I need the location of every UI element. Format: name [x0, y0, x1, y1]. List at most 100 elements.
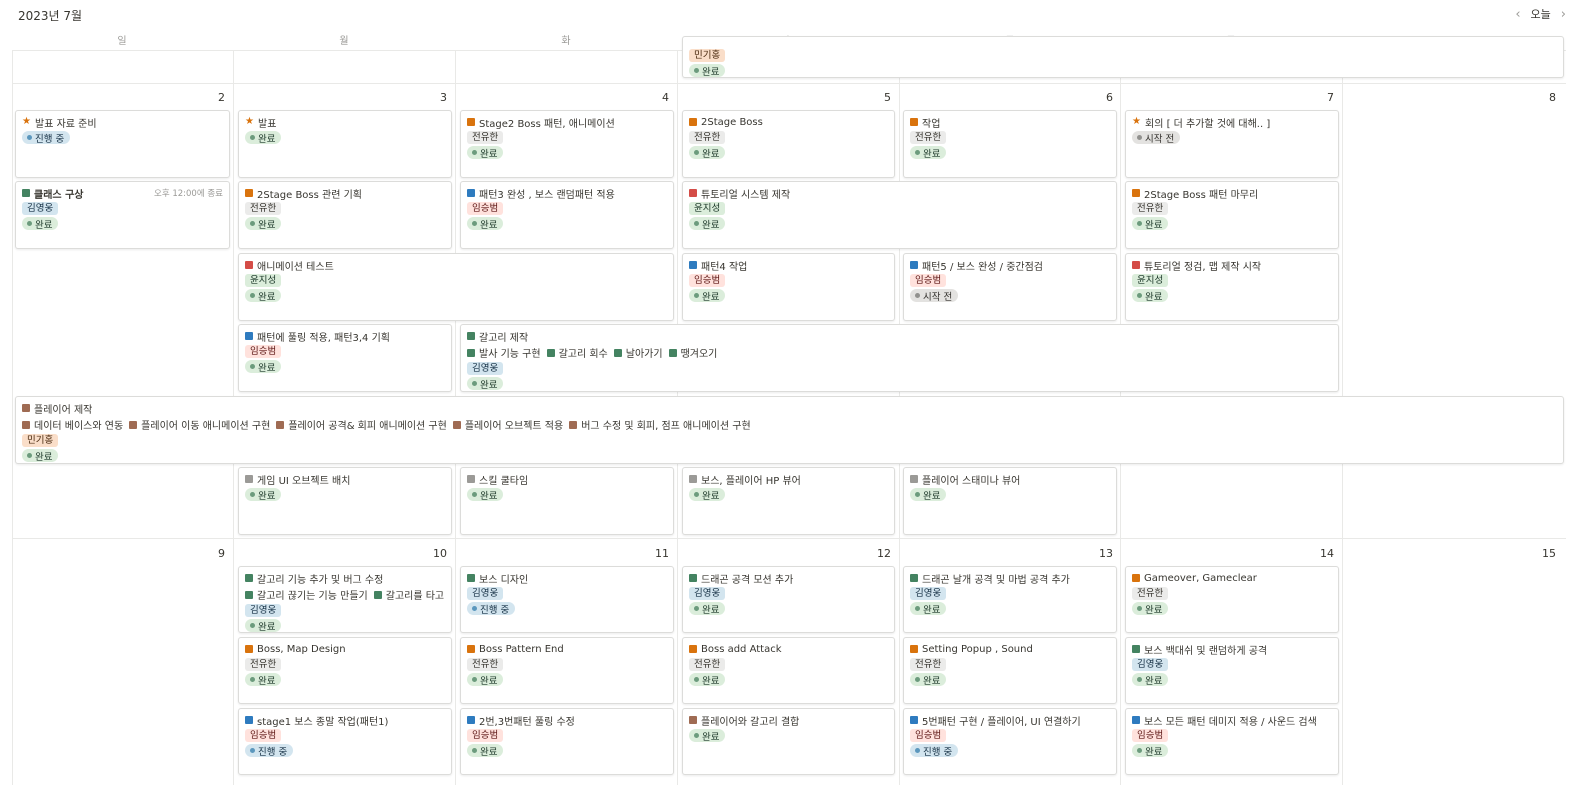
event-card[interactable]: ★ 발표 자료 준비 진행 중 [15, 110, 230, 178]
page-icon [910, 261, 918, 269]
event-title: Boss Pattern End [479, 643, 564, 655]
subtask-item[interactable]: 갈고리 회수 [546, 345, 608, 360]
page-icon [1132, 716, 1140, 724]
event-title: 패턴3 완성 , 보스 랜덤패턴 적용 [479, 189, 615, 201]
status-label: 완료 [702, 490, 720, 502]
event-title: 2Stage Boss 패턴 마무리 [1144, 189, 1259, 201]
chevron-right-icon[interactable]: › [1561, 7, 1566, 22]
event-card[interactable]: 갈고리 기능 추가 및 버그 수정 갈고리 끊기는 기능 만들기 갈고리를 타고… [238, 566, 452, 633]
page-icon [689, 118, 697, 126]
status-badge: 완료 [910, 146, 947, 160]
subtask-item[interactable]: 플레이어 이동 애니메이션 구현 [129, 417, 270, 432]
status-label: 완료 [258, 219, 276, 231]
subtask-item[interactable]: 데이터 베이스와 연동 [22, 417, 123, 432]
status-dot-icon [472, 381, 477, 386]
status-label: 시작 전 [923, 291, 953, 303]
status-label: 시작 전 [1145, 133, 1175, 145]
event-card[interactable]: 튜토리얼 정검, 맵 제작 시작 윤지성 완료 [1125, 253, 1339, 321]
subtask-item[interactable]: 날아가기 [613, 345, 663, 360]
event-title: 보스, 플레이어 HP 뷰어 [701, 475, 801, 487]
status-badge: 진행 중 [22, 131, 71, 145]
person-tag: 임승범 [467, 729, 504, 742]
subtask-item[interactable]: 발사 기능 구현 [467, 345, 541, 360]
status-badge: 완료 [1132, 673, 1169, 687]
page-icon [22, 420, 30, 429]
person-tag: 임승범 [910, 729, 947, 742]
subtask-list: 데이터 베이스와 연동 플레이어 이동 애니메이션 구현 플레이어 공격& 회피… [22, 417, 1557, 432]
event-title: 2Stage Boss 관련 기획 [257, 189, 362, 201]
event-card[interactable]: 패턴4 작업 임승범 완료 [682, 253, 895, 321]
event-card[interactable]: 플레이어 제작 데이터 베이스와 연동 플레이어 이동 애니메이션 구현 플레이… [15, 396, 1564, 464]
event-card[interactable]: 보스 디자인 김영웅 진행 중 [460, 566, 674, 633]
event-card[interactable]: 드래곤 공격 모션 추가 김영웅 완료 [682, 566, 895, 633]
event-card[interactable]: 갈고리 제작 발사 기능 구현 갈고리 회수 날아가기 땡겨오기 김영웅 완료 [460, 324, 1339, 392]
event-card[interactable]: 애니메이션 테스트 윤지성 완료 [238, 253, 674, 321]
status-label: 완료 [923, 604, 941, 616]
chevron-left-icon[interactable]: ‹ [1515, 7, 1520, 22]
event-card[interactable]: Boss add Attack 전유한 완료 [682, 637, 895, 704]
subtask-item[interactable]: 갈고리를 타고 [373, 587, 444, 602]
person-tag: 전유한 [245, 658, 282, 671]
subtask-item[interactable]: 플레이어 공격& 회피 애니메이션 구현 [276, 417, 447, 432]
day-number: 7 [1327, 91, 1334, 104]
event-card[interactable]: 2Stage Boss 전유한 완료 [682, 110, 895, 178]
event-card[interactable]: 패턴3 완성 , 보스 랜덤패턴 적용 임승범 완료 [460, 181, 674, 249]
event-title: Boss, Map Design [257, 643, 346, 655]
status-label: 완료 [480, 746, 498, 758]
subtask-label: 플레이어 공격& 회피 애니메이션 구현 [288, 421, 447, 432]
weekday-mon: 월 [339, 36, 349, 47]
event-card[interactable]: 플레이어 스태미나 뷰어 완료 [903, 467, 1117, 535]
event-card[interactable]: 2Stage Boss 관련 기획 전유한 완료 [238, 181, 452, 249]
event-card[interactable]: Stage2 Boss 패턴, 애니메이션 전유한 완료 [460, 110, 674, 178]
person-tag: 김영웅 [910, 587, 947, 600]
event-card[interactable]: 게임 UI 오브젝트 배치 완료 [238, 467, 452, 535]
subtask-item[interactable]: 땡겨오기 [668, 345, 717, 360]
page-icon [910, 645, 918, 653]
event-card[interactable]: 보스 모든 패턴 데미지 적용 / 사운드 검색 임승범 완료 [1125, 708, 1339, 775]
month-title: 2023년 7월 [18, 9, 83, 23]
event-card[interactable]: 보스, 플레이어 HP 뷰어 완료 [682, 467, 895, 535]
event-card[interactable]: 클래스 구상 오후 12:00에 종료 김영웅 완료 [15, 181, 230, 249]
status-label: 완료 [480, 219, 498, 231]
subtask-item[interactable]: 플레이어 오브젝트 적용 [452, 417, 563, 432]
event-card[interactable]: Gameover, Gameclear 전유한 완료 [1125, 566, 1339, 633]
subtask-item[interactable]: 버그 수정 및 회피, 점프 애니메이션 구현 [569, 417, 751, 432]
status-label: 진행 중 [923, 746, 953, 758]
event-card[interactable]: Boss, Map Design 전유한 완료 [238, 637, 452, 704]
subtask-item[interactable]: 갈고리 끊기는 기능 만들기 [245, 587, 368, 602]
event-card[interactable]: 보스 백대쉬 및 랜덤하게 공격 김영웅 완료 [1125, 637, 1339, 704]
event-card[interactable]: 작업 전유한 완료 [903, 110, 1117, 178]
status-label: 완료 [1145, 291, 1163, 303]
status-dot-icon [1137, 677, 1142, 682]
status-dot-icon [472, 748, 477, 753]
event-card[interactable]: 패턴에 풀링 적용, 패턴3,4 기획 임승범 완료 [238, 324, 452, 392]
page-icon [1132, 261, 1140, 269]
event-card[interactable]: ★ 회의 [ 더 추가할 것에 대해.. ] 시작 전 [1125, 110, 1339, 178]
status-dot-icon [915, 492, 920, 497]
event-card[interactable]: stage1 보스 종말 작업(패턴1) 임승범 진행 중 [238, 708, 452, 775]
status-dot-icon [1137, 293, 1142, 298]
event-card[interactable]: 스킬 쿨타임 완료 [460, 467, 674, 535]
event-card[interactable]: 플레이어와 갈고리 결합 완료 [682, 708, 895, 775]
event-card[interactable]: 2번,3번패턴 풀링 수정 임승범 완료 [460, 708, 674, 775]
person-tag: 임승범 [245, 729, 282, 742]
page-icon [689, 574, 697, 582]
status-dot-icon [915, 677, 920, 682]
event-card[interactable]: 민기홍 완료 [682, 36, 1564, 78]
event-card[interactable]: ★ 발표 완료 [238, 110, 452, 178]
event-card[interactable]: Setting Popup , Sound 전유한 완료 [903, 637, 1117, 704]
event-card[interactable]: 패턴5 / 보스 완성 / 중간점검 임승범 시작 전 [903, 253, 1117, 321]
status-label: 완료 [923, 148, 941, 160]
event-card[interactable]: 5번패턴 구현 / 플레이어, UI 연결하기 임승범 진행 중 [903, 708, 1117, 775]
event-title: 게임 UI 오브젝트 배치 [257, 475, 351, 487]
event-card[interactable]: 튜토리얼 시스템 제작 윤지성 완료 [682, 181, 1117, 249]
page-icon [373, 590, 382, 599]
status-label: 완료 [923, 490, 941, 502]
today-button[interactable]: 오늘 [1531, 6, 1551, 22]
event-card[interactable]: 2Stage Boss 패턴 마무리 전유한 완료 [1125, 181, 1339, 249]
event-card[interactable]: 드래곤 날개 공격 및 마법 공격 추가 김영웅 완료 [903, 566, 1117, 633]
event-card[interactable]: Boss Pattern End 전유한 완료 [460, 637, 674, 704]
person-tag: 윤지성 [689, 202, 726, 215]
status-label: 완료 [1145, 219, 1163, 231]
person-tag: 전유한 [245, 202, 282, 215]
